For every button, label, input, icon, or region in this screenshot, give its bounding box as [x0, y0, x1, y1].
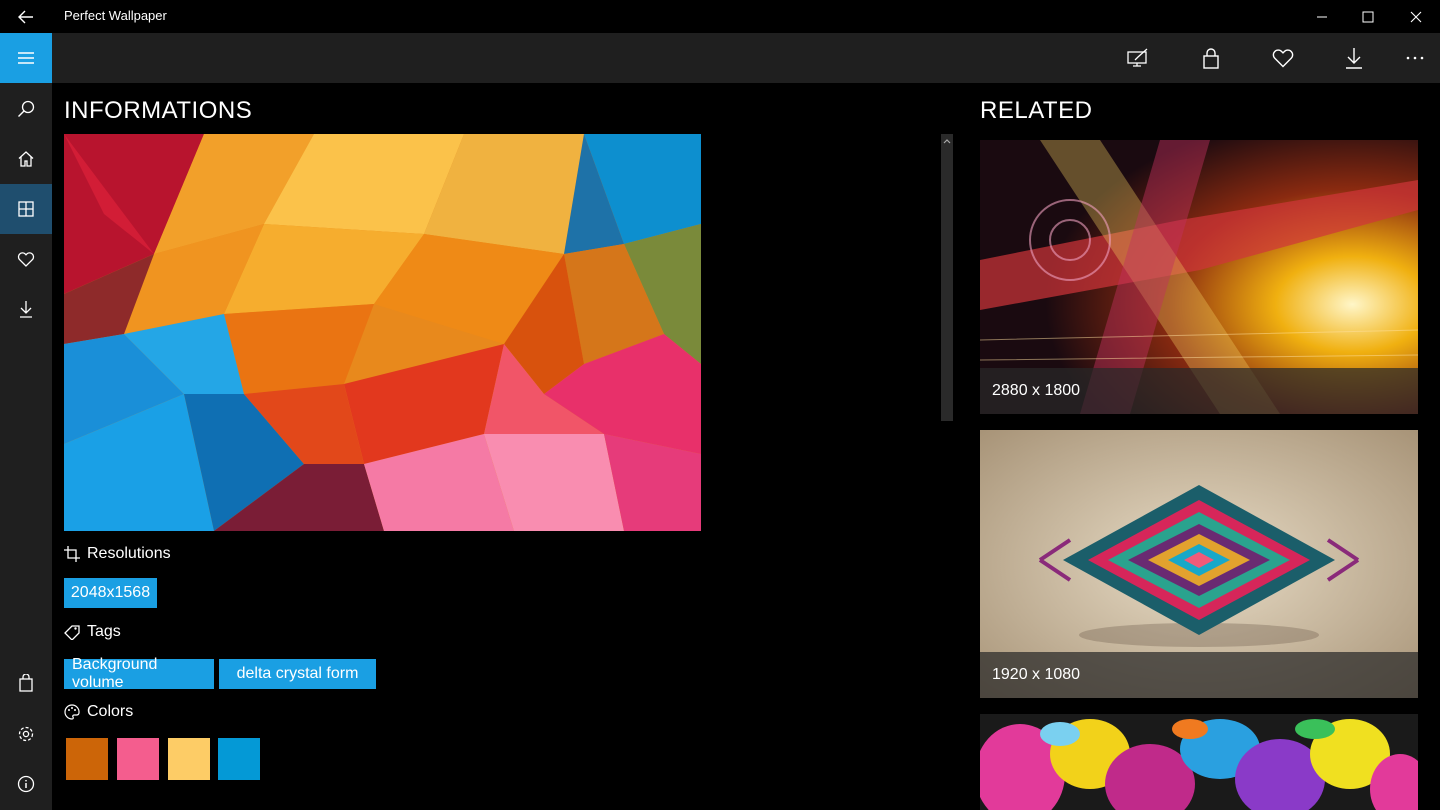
- window-title: Perfect Wallpaper: [64, 8, 167, 23]
- wallpaper-preview[interactable]: [64, 134, 701, 531]
- related-item[interactable]: [980, 714, 1418, 810]
- set-desktop-button[interactable]: [1112, 33, 1164, 83]
- download-icon: [1346, 48, 1362, 69]
- sidebar-item-settings[interactable]: [0, 709, 52, 759]
- informations-title: INFORMATIONS: [64, 97, 253, 124]
- sidebar-item-about[interactable]: [0, 759, 52, 809]
- resolution-chip[interactable]: 2048x1568: [64, 578, 157, 608]
- hamburger-button[interactable]: [0, 33, 52, 83]
- polygon-artwork: [64, 134, 701, 531]
- grid-icon: [18, 201, 34, 217]
- palette-icon: [64, 704, 80, 720]
- download-icon: [20, 301, 32, 318]
- tag-chip[interactable]: Background volume: [64, 656, 214, 691]
- more-icon: [1406, 56, 1424, 60]
- maximize-button[interactable]: [1344, 0, 1392, 33]
- color-swatch[interactable]: [66, 738, 108, 780]
- chevron-up-icon: [943, 139, 951, 144]
- resolutions-heading: Resolutions: [64, 545, 171, 563]
- related-item[interactable]: 1920 x 1080: [980, 430, 1418, 698]
- hamburger-icon: [18, 52, 34, 64]
- related-caption: 1920 x 1080: [980, 652, 1418, 698]
- maximize-icon: [1362, 11, 1374, 22]
- gear-icon: [18, 726, 34, 742]
- tags-label: Tags: [87, 623, 121, 640]
- related-item[interactable]: 2880 x 1800: [980, 140, 1418, 414]
- related-thumbnail: [980, 714, 1418, 810]
- shopping-bag-icon: [19, 674, 33, 692]
- back-arrow-icon: [18, 10, 33, 23]
- colors-label: Colors: [87, 703, 134, 720]
- minimize-button[interactable]: [1298, 0, 1346, 33]
- back-button[interactable]: [0, 0, 52, 33]
- sidebar-item-favorites[interactable]: [0, 234, 52, 284]
- colors-heading: Colors: [64, 703, 133, 721]
- close-icon: [1410, 11, 1422, 22]
- crop-icon: [64, 546, 80, 562]
- download-button[interactable]: [1328, 33, 1380, 83]
- lock-screen-icon: [1203, 48, 1219, 69]
- resolutions-label: Resolutions: [87, 545, 171, 562]
- sidebar: [0, 33, 52, 810]
- related-title: RELATED: [980, 97, 1093, 124]
- color-swatch[interactable]: [168, 738, 210, 780]
- lock-screen-button[interactable]: [1185, 33, 1237, 83]
- set-desktop-icon: [1127, 48, 1148, 67]
- sidebar-item-downloads[interactable]: [0, 284, 52, 334]
- sidebar-item-categories[interactable]: [0, 184, 52, 234]
- related-caption: 2880 x 1800: [980, 368, 1418, 414]
- tag-icon: [64, 625, 80, 640]
- tag-chip[interactable]: delta crystal form: [219, 659, 376, 689]
- more-button[interactable]: [1389, 33, 1440, 83]
- color-swatch[interactable]: [218, 738, 260, 780]
- sidebar-item-search[interactable]: [0, 84, 52, 134]
- heart-icon: [17, 252, 35, 267]
- heart-icon: [1272, 49, 1294, 68]
- command-bar: [52, 33, 1440, 83]
- title-bar: Perfect Wallpaper: [0, 0, 1440, 33]
- close-button[interactable]: [1392, 0, 1440, 33]
- sidebar-item-home[interactable]: [0, 134, 52, 184]
- scroll-up-arrow[interactable]: [941, 134, 953, 148]
- color-swatch[interactable]: [117, 738, 159, 780]
- minimize-icon: [1317, 16, 1327, 17]
- search-icon: [18, 100, 35, 117]
- info-icon: [17, 775, 35, 793]
- sidebar-item-store[interactable]: [0, 658, 52, 708]
- scrollbar[interactable]: [941, 134, 953, 421]
- home-icon: [18, 151, 34, 167]
- tags-heading: Tags: [64, 623, 121, 641]
- favorite-button[interactable]: [1257, 33, 1309, 83]
